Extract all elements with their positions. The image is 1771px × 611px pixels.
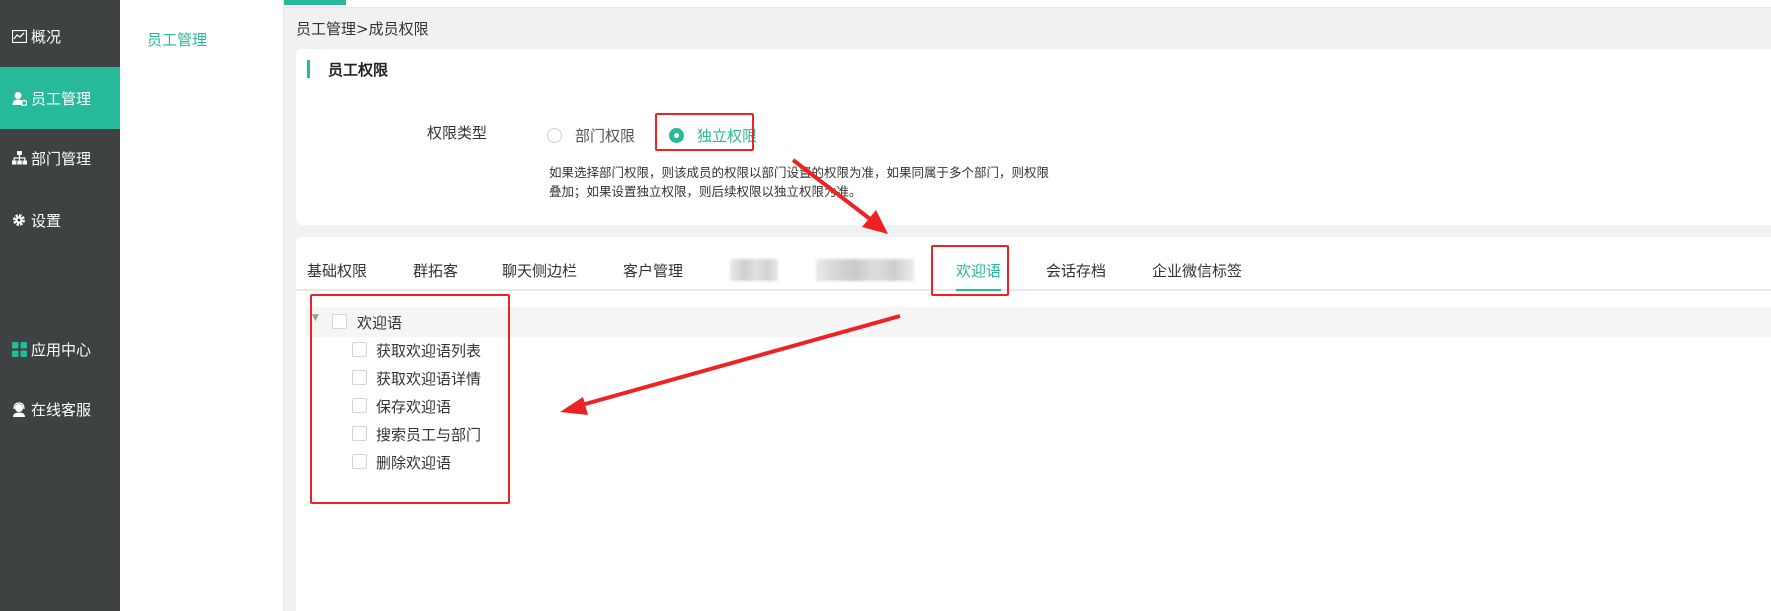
nav-item-online-service[interactable]: 在线客服 <box>0 378 120 440</box>
user-manage-icon <box>11 90 27 106</box>
nav-label: 概况 <box>31 27 62 46</box>
permission-type-label: 权限类型 <box>427 124 488 142</box>
nav-item-staff-management[interactable]: 员工管理 <box>0 67 120 129</box>
nav-item-settings[interactable]: 设置 <box>0 189 120 251</box>
radio-circle[interactable] <box>547 128 562 143</box>
submenu-item-staff-management[interactable]: 员工管理 <box>147 29 207 50</box>
hint-line: 如果选择部门权限，则该成员的权限以部门设置的权限为准，如果同属于多个部门，则权限 <box>549 165 1050 180</box>
chart-icon <box>11 28 27 44</box>
radio-label: 部门权限 <box>575 127 636 145</box>
tab-chat-sidebar[interactable]: 聊天侧边栏 <box>502 260 577 281</box>
nav-label: 在线客服 <box>31 400 92 419</box>
tab-wecom-tags[interactable]: 企业微信标签 <box>1152 260 1242 281</box>
nav-label: 员工管理 <box>31 89 92 108</box>
permission-card: 员工权限 权限类型 部门权限 独立权限 如果选择部门权限，则该成员的权限以部门设… <box>296 49 1771 225</box>
main-sidebar: 概况 员工管理 部门管理 设置 应用中心 在线客服 <box>0 0 120 611</box>
annotation-box-welcome-tab <box>931 245 1009 296</box>
top-tab-strip <box>120 0 1771 8</box>
hint-line: 叠加；如果设置独立权限，则后续权限以独立权限为准。 <box>549 184 862 199</box>
nav-item-app-center[interactable]: 应用中心 <box>0 318 120 380</box>
nav-label: 设置 <box>31 211 62 230</box>
nav-item-department-management[interactable]: 部门管理 <box>0 127 120 189</box>
radio-department-permission[interactable]: 部门权限 <box>547 125 635 146</box>
permission-tabs: 基础权限 群拓客 聊天侧边栏 客户管理 欢迎语 会话存档 企业微信标签 <box>296 237 1771 291</box>
nav-item-overview[interactable]: 概况 <box>0 5 120 67</box>
nav-label: 应用中心 <box>31 340 92 359</box>
secondary-menu: 员工管理 <box>120 0 284 611</box>
apps-grid-icon <box>11 341 27 357</box>
permission-detail-card: 基础权限 群拓客 聊天侧边栏 客户管理 欢迎语 会话存档 企业微信标签 ▼ 欢迎… <box>296 237 1771 611</box>
gear-icon <box>11 212 27 228</box>
tab-group-customer[interactable]: 群拓客 <box>413 260 458 281</box>
nav-label: 部门管理 <box>31 149 92 168</box>
org-tree-icon <box>11 150 27 166</box>
breadcrumb: 员工管理>成员权限 <box>296 20 429 38</box>
tab-customer-management[interactable]: 客户管理 <box>623 260 683 281</box>
permission-hint: 如果选择部门权限，则该成员的权限以部门设置的权限为准，如果同属于多个部门，则权限… <box>549 163 1109 201</box>
tab-redacted[interactable] <box>816 259 914 281</box>
card-title: 员工权限 <box>328 61 389 79</box>
annotation-box-independent <box>655 113 754 151</box>
headset-icon <box>11 401 27 417</box>
tab-session-archive[interactable]: 会话存档 <box>1046 260 1106 281</box>
tab-redacted[interactable] <box>730 259 778 281</box>
tab-basic-permission[interactable]: 基础权限 <box>307 260 367 281</box>
title-accent-bar <box>307 60 310 78</box>
tree-root-row[interactable] <box>306 307 1771 337</box>
annotation-box-tree <box>310 294 510 504</box>
